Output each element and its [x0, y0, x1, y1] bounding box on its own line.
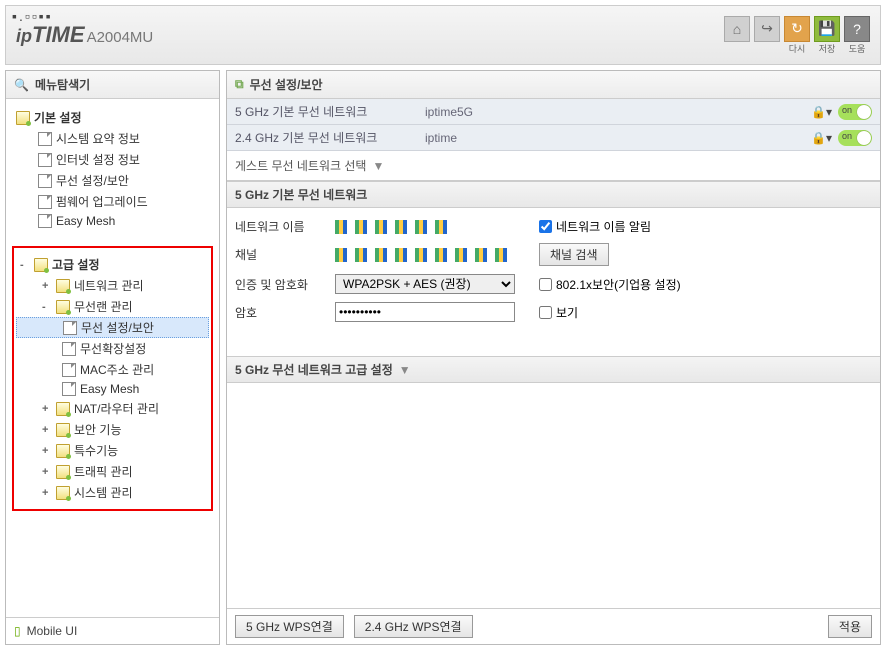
- show-password-label: 보기: [556, 304, 578, 321]
- page-icon: [38, 195, 52, 209]
- folder-icon: [16, 111, 30, 125]
- tree-basic-2[interactable]: 무선 설정/보안: [12, 170, 213, 191]
- content-title-row: ⧉ 무선 설정/보안: [227, 71, 880, 99]
- sidebar-title-row: 🔍 메뉴탐색기: [6, 71, 219, 99]
- save-label: 저장: [819, 42, 836, 55]
- sidebar-title: 메뉴탐색기: [35, 76, 90, 93]
- section-5g-title: 5 GHz 기본 무선 네트워크: [227, 181, 880, 208]
- help-label: 도움: [849, 42, 866, 55]
- dot1x-checkbox[interactable]: [539, 278, 552, 291]
- brand-ip: ip: [16, 26, 32, 46]
- mobile-ui-label: Mobile UI: [27, 624, 78, 638]
- folder-icon: [56, 300, 70, 314]
- tree-adv[interactable]: -고급 설정: [16, 254, 209, 275]
- tree-basic-3[interactable]: 펌웨어 업그레이드: [12, 191, 213, 212]
- content-footer: 5 GHz WPS연결 2.4 GHz WPS연결 적용: [227, 608, 880, 644]
- nav-tree: 기본 설정 시스템 요약 정보 인터넷 설정 정보 무선 설정/보안 펌웨어 업…: [6, 99, 219, 617]
- tree-adv-6[interactable]: +시스템 관리: [16, 482, 209, 503]
- chevron-down-icon: ▼: [372, 159, 384, 173]
- window-dots: ▪.▫▫▪▪: [12, 8, 53, 24]
- folder-icon: [56, 486, 70, 500]
- page-icon: [62, 342, 76, 356]
- folder-icon: [56, 465, 70, 479]
- net-24g-ssid: iptime: [425, 131, 811, 145]
- reload-button[interactable]: ↻: [784, 16, 810, 42]
- lock-icon: 🔒▾: [811, 105, 832, 119]
- wps-5g-button[interactable]: 5 GHz WPS연결: [235, 615, 344, 638]
- page-icon: [63, 321, 77, 335]
- content-title: 무선 설정/보안: [250, 76, 323, 93]
- tree-adv-3[interactable]: +보안 기능: [16, 419, 209, 440]
- channel-value: [335, 248, 515, 262]
- tree-basic-1[interactable]: 인터넷 설정 정보: [12, 149, 213, 170]
- tree-adv-1[interactable]: -무선랜 관리: [16, 296, 209, 317]
- net-24g-label: 2.4 GHz 기본 무선 네트워크: [235, 129, 425, 146]
- logout-button[interactable]: ↪: [754, 16, 780, 42]
- net-5g-ssid: iptime5G: [425, 105, 811, 119]
- page-icon: [62, 382, 76, 396]
- form-area: 네트워크 이름 네트워크 이름 알림 채널 채널 검색 인증 및 암호화 WP: [227, 208, 880, 332]
- tree-adv-1-0[interactable]: 무선 설정/보안: [16, 317, 209, 338]
- folder-icon: [56, 444, 70, 458]
- guest-network-row[interactable]: 게스트 무선 네트워크 선택 ▼: [227, 151, 880, 181]
- password-label: 암호: [235, 304, 335, 321]
- apply-button[interactable]: 적용: [828, 615, 872, 638]
- tree-adv-0[interactable]: +네트워크 관리: [16, 275, 209, 296]
- advanced-section-title[interactable]: 5 GHz 무선 네트워크 고급 설정 ▼: [227, 356, 880, 383]
- search-icon: 🔍: [14, 78, 29, 92]
- page-icon: [38, 214, 52, 228]
- brand-time: TIME: [32, 22, 85, 47]
- content-panel: ⧉ 무선 설정/보안 5 GHz 기본 무선 네트워크 iptime5G 🔒▾ …: [226, 70, 881, 645]
- auth-select[interactable]: WPA2PSK + AES (권장): [335, 274, 515, 294]
- help-button[interactable]: ?: [844, 16, 870, 42]
- folder-icon: [34, 258, 48, 272]
- folder-icon: [56, 402, 70, 416]
- tree-basic-4[interactable]: Easy Mesh: [12, 212, 213, 230]
- network-row-24g[interactable]: 2.4 GHz 기본 무선 네트워크 iptime 🔒▾ on: [227, 125, 880, 151]
- wps-24g-button[interactable]: 2.4 GHz WPS연결: [354, 615, 473, 638]
- channel-label: 채널: [235, 246, 335, 263]
- highlight-box: -고급 설정 +네트워크 관리 -무선랜 관리 무선 설정/보안 무선확장설정 …: [12, 246, 213, 511]
- tree-basic[interactable]: 기본 설정: [12, 107, 213, 128]
- tree-basic-0[interactable]: 시스템 요약 정보: [12, 128, 213, 149]
- netname-value: [335, 220, 455, 234]
- home-button[interactable]: ⌂: [724, 16, 750, 42]
- tree-adv-4[interactable]: +특수기능: [16, 440, 209, 461]
- page-icon: [38, 132, 52, 146]
- toggle-5g[interactable]: on: [838, 104, 872, 120]
- page-icon: [62, 363, 76, 377]
- tree-adv-1-1[interactable]: 무선확장설정: [16, 338, 209, 359]
- logo: ipTIME A2004MU: [16, 22, 153, 48]
- auth-label: 인증 및 암호화: [235, 276, 335, 293]
- overlap-icon: ⧉: [235, 77, 244, 92]
- tree-adv-2[interactable]: +NAT/라우터 관리: [16, 398, 209, 419]
- reload-label: 다시: [789, 42, 806, 55]
- page-icon: [38, 174, 52, 188]
- net-5g-label: 5 GHz 기본 무선 네트워크: [235, 103, 425, 120]
- model-label: A2004MU: [87, 29, 154, 46]
- tree-adv-1-2[interactable]: MAC주소 관리: [16, 359, 209, 380]
- broadcast-checkbox[interactable]: [539, 220, 552, 233]
- folder-icon: [56, 423, 70, 437]
- dot1x-label: 802.1x보안(기업용 설정): [556, 276, 681, 293]
- sidebar: 🔍 메뉴탐색기 기본 설정 시스템 요약 정보 인터넷 설정 정보 무선 설정/…: [5, 70, 220, 645]
- chevron-down-icon: ▼: [399, 363, 411, 377]
- toggle-24g[interactable]: on: [838, 130, 872, 146]
- page-icon: [38, 153, 52, 167]
- tree-adv-1-3[interactable]: Easy Mesh: [16, 380, 209, 398]
- network-row-5g[interactable]: 5 GHz 기본 무선 네트워크 iptime5G 🔒▾ on: [227, 99, 880, 125]
- save-button[interactable]: 💾: [814, 16, 840, 42]
- netname-label: 네트워크 이름: [235, 218, 335, 235]
- folder-icon: [56, 279, 70, 293]
- lock-icon: 🔒▾: [811, 131, 832, 145]
- app-header: ipTIME A2004MU ⌂ ↪ ↻다시 💾저장 ?도움: [5, 5, 881, 65]
- mobile-icon: ▯: [14, 624, 21, 638]
- guest-label: 게스트 무선 네트워크 선택: [235, 157, 366, 174]
- sidebar-footer[interactable]: ▯ Mobile UI: [6, 617, 219, 644]
- channel-scan-button[interactable]: 채널 검색: [539, 243, 609, 266]
- broadcast-label: 네트워크 이름 알림: [556, 218, 651, 235]
- tree-adv-5[interactable]: +트래픽 관리: [16, 461, 209, 482]
- password-input[interactable]: [335, 302, 515, 322]
- show-password-checkbox[interactable]: [539, 306, 552, 319]
